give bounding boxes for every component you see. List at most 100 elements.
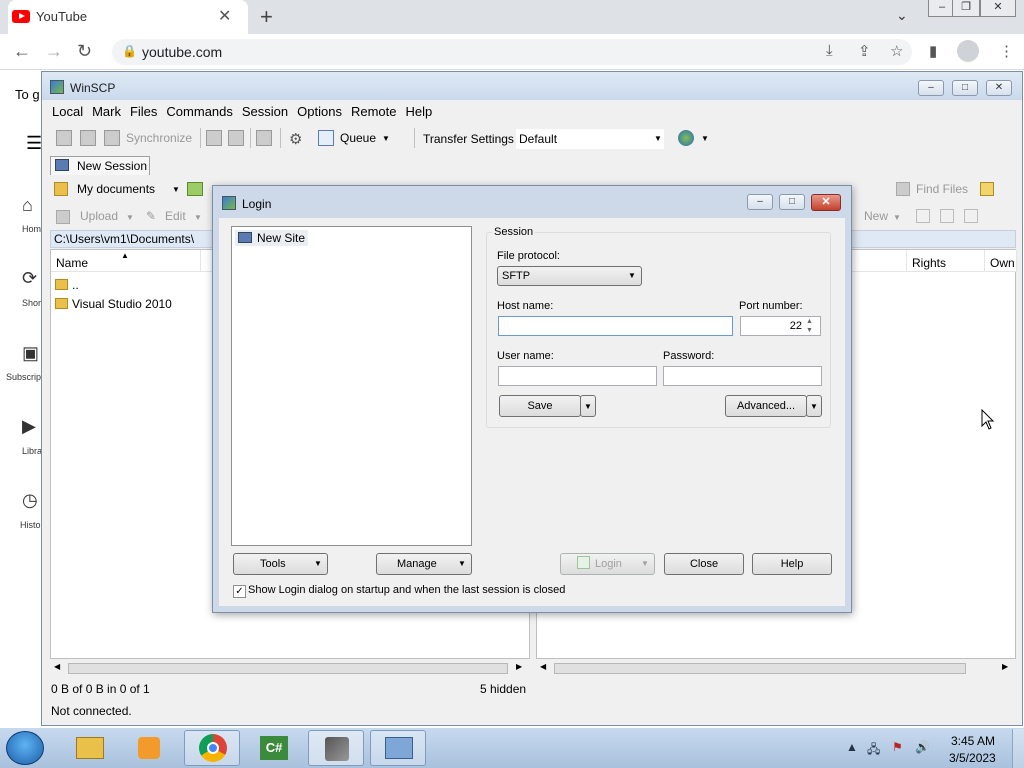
password-input[interactable] (663, 366, 822, 386)
shorts-icon[interactable]: ⟳ (22, 268, 37, 289)
menu-mark[interactable]: Mark (92, 104, 121, 119)
save-dropdown-icon[interactable]: ▼ (580, 395, 596, 417)
show-hidden-icons[interactable]: ▲ (846, 740, 858, 754)
login-close-icon[interactable]: ✕ (811, 194, 841, 211)
winscp-titlebar[interactable] (42, 72, 1022, 100)
parent-dir-icon[interactable] (256, 130, 272, 146)
menu-session[interactable]: Session (242, 104, 288, 119)
hidden-count[interactable]: 5 hidden (480, 682, 526, 696)
filter-icon[interactable] (964, 209, 978, 223)
subscriptions-icon[interactable]: ▣ (22, 343, 39, 364)
queue-button[interactable]: Queue (340, 131, 376, 145)
chrome-taskbar-icon[interactable] (184, 730, 240, 766)
upload-dropdown-icon[interactable]: ▼ (126, 213, 134, 222)
save-button[interactable]: Save (499, 395, 581, 417)
explorer-taskbar-icon[interactable] (62, 730, 118, 766)
scroll-right-icon[interactable]: ▶ (516, 662, 522, 671)
library-icon[interactable]: ▶ (22, 416, 36, 437)
local-location-dropdown[interactable]: My documents (77, 182, 155, 196)
winscp-taskbar-icon[interactable] (308, 730, 364, 766)
nav-label-shorts[interactable]: Shor (22, 298, 41, 308)
scroll-left-icon[interactable]: ◀ (540, 662, 546, 671)
transfer-dropdown-icon[interactable]: ▼ (654, 134, 662, 143)
upload-button[interactable]: Upload (80, 209, 118, 223)
close-button[interactable]: Close (664, 553, 744, 575)
tab-close-icon[interactable]: ✕ (218, 6, 231, 26)
nav-label-library[interactable]: Libra (22, 446, 42, 456)
show-login-label[interactable]: Show Login dialog on startup and when th… (248, 584, 565, 596)
reload-icon[interactable]: ↻ (77, 41, 92, 62)
show-desktop-button[interactable] (1012, 729, 1024, 768)
menu-remote[interactable]: Remote (351, 104, 397, 119)
winscp-maximize-icon[interactable]: □ (952, 80, 978, 96)
url-text[interactable]: youtube.com (142, 44, 222, 60)
manage-button[interactable]: Manage ▼ (376, 553, 472, 575)
remote-hscrollbar[interactable]: ◀ ▶ (536, 660, 1016, 676)
synchronize-button[interactable]: Synchronize (126, 131, 192, 145)
profile-avatar[interactable] (957, 40, 979, 62)
file-row-parent[interactable]: .. (55, 278, 79, 296)
help-button[interactable]: Help (752, 553, 832, 575)
queue-icon[interactable] (318, 130, 334, 146)
globe-dropdown-icon[interactable]: ▼ (701, 134, 709, 143)
nav-label-history[interactable]: Histo (20, 520, 41, 530)
unselect-icon[interactable] (940, 209, 954, 223)
tree-toggle-icon[interactable] (980, 182, 994, 196)
winscp-close-icon[interactable]: ✕ (986, 80, 1012, 96)
address-bar[interactable] (112, 39, 912, 65)
scroll-left-icon[interactable]: ◀ (54, 662, 60, 671)
host-name-input[interactable] (498, 316, 733, 336)
transfer-settings-dropdown[interactable]: Default (516, 129, 664, 149)
user-name-input[interactable] (498, 366, 657, 386)
advanced-dropdown-icon[interactable]: ▼ (806, 395, 822, 417)
port-spinner-icon[interactable]: ▲ ▼ (806, 317, 813, 335)
forward-icon[interactable]: → (45, 41, 63, 62)
share-icon[interactable]: ⇪ (858, 42, 871, 60)
remote-scroll-thumb[interactable] (554, 663, 966, 674)
menu-options[interactable]: Options (297, 104, 342, 119)
clock-time[interactable]: 3:45 AM (951, 734, 995, 748)
home-icon[interactable]: ⌂ (22, 195, 33, 216)
nav-label-subscriptions[interactable]: Subscrip (6, 372, 41, 382)
menu-files[interactable]: Files (130, 104, 157, 119)
terminal-icon[interactable] (228, 130, 244, 146)
login-minimize-icon[interactable]: – (747, 194, 773, 210)
network-icon[interactable]: 🖧 (867, 740, 880, 761)
column-header-name[interactable]: Name ▲ (51, 250, 201, 272)
column-header-rights[interactable]: Rights (907, 250, 985, 272)
find-files-button[interactable]: Find Files (916, 182, 968, 196)
column-header-owner[interactable]: Own (985, 250, 1017, 272)
file-row-visual-studio[interactable]: Visual Studio 2010 (55, 297, 172, 315)
file-protocol-select[interactable]: SFTP ▼ (497, 266, 642, 286)
upload-icon[interactable] (56, 210, 70, 224)
nav-label-home[interactable]: Hom (22, 224, 41, 234)
queue-dropdown-icon[interactable]: ▼ (382, 134, 390, 143)
install-icon[interactable]: ⤓ (826, 42, 833, 59)
menu-kebab-icon[interactable]: ⋮ (999, 42, 1014, 60)
network-app-taskbar-icon[interactable] (370, 730, 426, 766)
menu-local[interactable]: Local (52, 104, 83, 119)
menu-commands[interactable]: Commands (166, 104, 232, 119)
edit-dropdown-icon[interactable]: ▼ (194, 213, 202, 222)
keep-remote-icon[interactable] (80, 130, 96, 146)
login-button[interactable]: Login ▼ (560, 553, 655, 575)
hamburger-menu-icon[interactable]: ☰ (26, 133, 42, 154)
console-icon[interactable] (206, 130, 222, 146)
find-files-icon[interactable] (896, 182, 910, 196)
winscp-minimize-icon[interactable]: – (918, 80, 944, 96)
tab-new-session[interactable]: New Session (50, 156, 150, 175)
edit-icon[interactable]: ✎ (146, 209, 156, 223)
close-icon[interactable]: ✕ (980, 0, 1016, 17)
local-hscrollbar[interactable]: ◀ ▶ (50, 660, 530, 676)
site-item-new-site[interactable]: New Site (235, 230, 309, 246)
media-player-taskbar-icon[interactable] (122, 730, 178, 766)
back-icon[interactable]: ← (13, 41, 31, 62)
new-dropdown-icon[interactable]: ▼ (893, 213, 901, 222)
open-folder-icon[interactable] (187, 182, 203, 196)
scroll-right-icon[interactable]: ▶ (1002, 662, 1008, 671)
sync-icon[interactable] (104, 130, 120, 146)
compare-icon[interactable] (56, 130, 72, 146)
menu-help[interactable]: Help (405, 104, 432, 119)
bookmark-star-icon[interactable]: ☆ (890, 42, 903, 60)
globe-icon[interactable] (678, 130, 694, 146)
